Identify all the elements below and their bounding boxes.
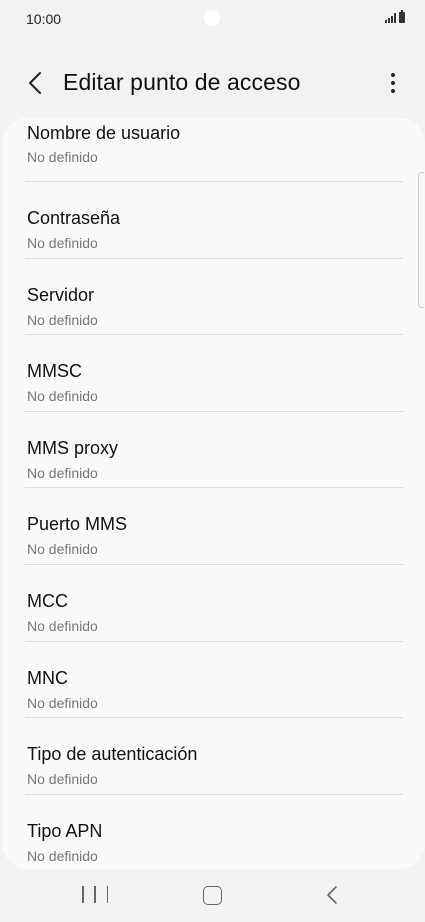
status-time: 10:00 xyxy=(26,11,62,27)
back-icon xyxy=(327,886,337,904)
battery-icon xyxy=(399,10,405,23)
status-bar: 10:00 xyxy=(0,0,425,40)
setting-label: Tipo de autenticación xyxy=(27,744,198,765)
back-nav-button[interactable] xyxy=(322,884,344,906)
setting-item-mms-proxy[interactable]: MMS proxy No definido xyxy=(2,412,425,489)
status-icons xyxy=(385,10,405,23)
setting-value: No definido xyxy=(27,388,98,405)
setting-value: No definido xyxy=(27,617,98,634)
signal-icon xyxy=(385,13,396,23)
setting-item-mcc[interactable]: MCC No definido xyxy=(2,565,425,642)
recents-button[interactable] xyxy=(82,886,108,906)
setting-item-auth-type[interactable]: Tipo de autenticación No definido xyxy=(2,718,425,795)
setting-label: MMSC xyxy=(27,361,82,382)
page-title: Editar punto de acceso xyxy=(63,69,301,95)
more-options-button[interactable] xyxy=(381,66,405,100)
setting-value: No definido xyxy=(27,847,98,864)
setting-item-mnc[interactable]: MNC No definido xyxy=(2,642,425,719)
setting-label: Nombre de usuario xyxy=(27,123,181,143)
navigation-bar xyxy=(0,870,425,922)
setting-label: Puerto MMS xyxy=(27,514,128,535)
setting-value: No definido xyxy=(27,771,98,788)
back-button[interactable] xyxy=(18,66,52,100)
setting-label: Servidor xyxy=(27,284,95,305)
setting-value: No definido xyxy=(27,235,98,251)
setting-item-password[interactable]: Contraseña No definido xyxy=(2,182,425,259)
setting-item-username[interactable]: Nombre de usuario No definido xyxy=(2,118,425,182)
app-bar: Editar punto de acceso xyxy=(0,58,425,108)
setting-label: MNC xyxy=(27,667,68,688)
more-vertical-icon xyxy=(391,73,395,77)
recents-icon xyxy=(82,886,84,903)
setting-value: No definido xyxy=(27,464,98,481)
chevron-left-icon xyxy=(29,72,41,94)
setting-value: No definido xyxy=(27,149,98,165)
setting-value: No definido xyxy=(27,694,98,711)
home-button[interactable] xyxy=(203,886,222,905)
settings-list-card: Nombre de usuario No definido Contraseña… xyxy=(2,118,425,869)
setting-item-server[interactable]: Servidor No definido xyxy=(2,259,425,336)
scrollbar[interactable] xyxy=(418,172,424,308)
setting-label: Tipo APN xyxy=(27,820,103,841)
setting-label: Contraseña xyxy=(27,208,121,228)
setting-item-mmsc[interactable]: MMSC No definido xyxy=(2,335,425,412)
setting-item-mms-port[interactable]: Puerto MMS No definido xyxy=(2,488,425,565)
setting-value: No definido xyxy=(27,311,98,328)
setting-item-apn-type[interactable]: Tipo APN No definido xyxy=(2,795,425,869)
camera-cutout xyxy=(204,10,220,26)
setting-label: MMS proxy xyxy=(27,437,119,458)
settings-list: Nombre de usuario No definido Contraseña… xyxy=(2,118,425,869)
setting-value: No definido xyxy=(27,541,98,558)
setting-label: MCC xyxy=(27,590,68,611)
